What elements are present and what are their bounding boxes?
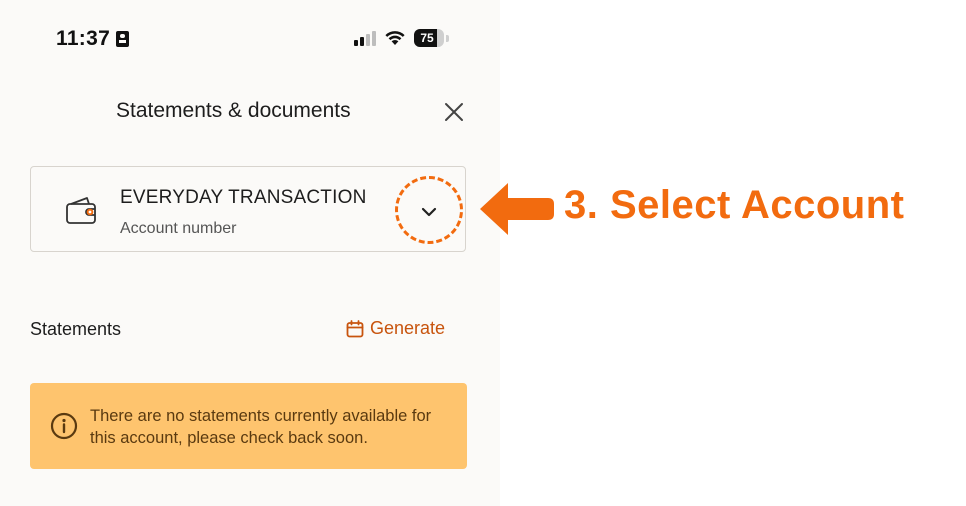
wifi-icon xyxy=(385,31,405,45)
statements-heading: Statements xyxy=(30,319,122,339)
info-icon xyxy=(50,412,78,440)
phone-screen: 11:37 75 Statements & documents EVERYDAY… xyxy=(0,0,500,506)
generate-button[interactable]: Generate xyxy=(346,318,445,339)
battery-tip xyxy=(446,34,449,42)
battery-icon: 75 xyxy=(414,29,444,47)
account-dropdown-highlight[interactable] xyxy=(395,176,463,244)
instruction-annotation: 3. Select Account xyxy=(564,183,905,227)
account-name: EVERYDAY TRANSACTION xyxy=(120,187,367,208)
battery-level-text: 75 xyxy=(420,31,434,45)
wallet-icon xyxy=(66,197,96,224)
generate-label: Generate xyxy=(370,318,446,338)
account-number-label: Account number xyxy=(120,220,237,237)
contact-card-icon xyxy=(116,31,130,47)
arrow-left-icon xyxy=(480,183,554,235)
page-title: Statements & documents xyxy=(116,99,351,122)
chevron-down-icon[interactable] xyxy=(418,201,440,223)
cellular-signal-icon xyxy=(354,30,376,46)
status-time: 11:37 xyxy=(56,27,130,51)
status-time-text: 11:37 xyxy=(56,27,111,50)
notice-text: There are no statements currently availa… xyxy=(90,407,432,447)
close-icon[interactable] xyxy=(442,100,466,124)
empty-statements-notice: There are no statements currently availa… xyxy=(30,383,467,469)
status-indicators: 75 xyxy=(354,29,449,47)
account-selector[interactable]: EVERYDAY TRANSACTION Account number xyxy=(30,166,466,252)
calendar-icon xyxy=(346,319,364,337)
